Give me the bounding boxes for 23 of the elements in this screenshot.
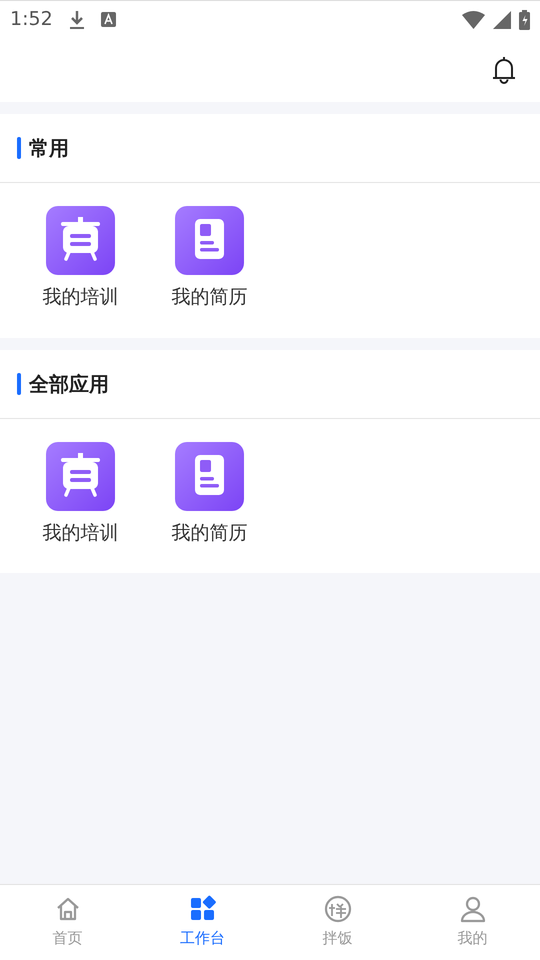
download-icon bbox=[68, 10, 85, 30]
training-board-icon[interactable] bbox=[46, 442, 115, 510]
profile-icon bbox=[458, 895, 486, 923]
app-label[interactable]: 我的简历 bbox=[172, 283, 248, 312]
status-time: 1:52 bbox=[10, 7, 53, 32]
section-title: 全部应用 bbox=[29, 370, 109, 398]
wifi-icon bbox=[462, 10, 485, 28]
tab-button[interactable]: 工作台 bbox=[135, 885, 270, 960]
training-board-icon[interactable] bbox=[46, 206, 115, 275]
resume-document-icon[interactable] bbox=[175, 442, 244, 510]
section-accent-bar bbox=[17, 372, 21, 394]
section-title: 常用 bbox=[29, 135, 69, 162]
meal-stamp-icon bbox=[324, 895, 352, 923]
resume-document-icon[interactable] bbox=[175, 206, 244, 275]
section-accent-bar bbox=[17, 137, 21, 159]
signal-icon bbox=[493, 10, 511, 28]
workbench-grid-icon bbox=[188, 895, 216, 923]
app-label[interactable]: 我的简历 bbox=[172, 518, 248, 547]
app-label[interactable]: 我的培训 bbox=[42, 518, 118, 547]
keyboard-notification-icon bbox=[100, 12, 116, 27]
battery-icon bbox=[519, 10, 530, 30]
notification-bell-icon[interactable] bbox=[492, 56, 516, 84]
app-label[interactable]: 我的培训 bbox=[42, 283, 118, 312]
